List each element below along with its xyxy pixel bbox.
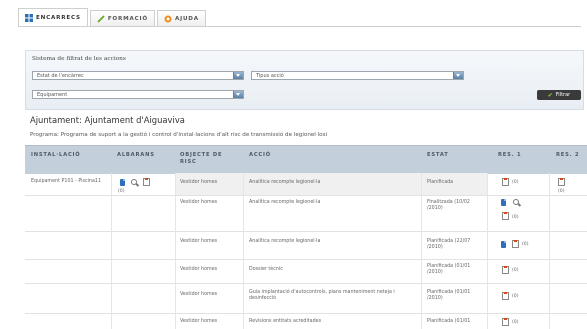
estat-cell: Planificada bbox=[427, 180, 454, 185]
clipboard-icon[interactable] bbox=[512, 240, 519, 248]
accio-cell: Dossier tècnic bbox=[249, 267, 283, 272]
tab-ajuda[interactable]: AJUDA bbox=[156, 10, 206, 26]
accio-cell: Revisions entitats acreditades bbox=[249, 319, 322, 324]
column-divider bbox=[111, 173, 112, 329]
estat-cell: Planificada (01/01 /2010) bbox=[427, 290, 471, 301]
col-res1: RES. 1 bbox=[498, 152, 522, 158]
accio-cell: Analítica recompte legionel·la bbox=[249, 200, 321, 205]
estat-cell: Planificada (01/01 bbox=[427, 319, 471, 324]
column-divider bbox=[243, 173, 244, 329]
document-icon[interactable] bbox=[501, 241, 506, 248]
pencil-icon bbox=[97, 14, 105, 23]
table-row: Vestidor homes Analítica recompte legion… bbox=[25, 231, 587, 260]
table-row: Vestidor homes Dossier tècnic Planificad… bbox=[25, 259, 587, 284]
tab-encarrecs-label: ENCARRECS bbox=[36, 14, 81, 21]
accio-cell: Guia implantació d'autocontrols, plans m… bbox=[249, 290, 395, 301]
clipboard-icon[interactable] bbox=[502, 212, 509, 220]
table-row: Vestidor homes Guia implantació d'autoco… bbox=[25, 283, 587, 314]
document-icon[interactable] bbox=[501, 199, 506, 206]
filter-button-label: Filtrar bbox=[555, 92, 571, 98]
state-select[interactable]: Estat de l'encàrrec bbox=[32, 71, 244, 80]
column-divider bbox=[175, 173, 176, 329]
col-res2: RES. 2 bbox=[556, 152, 580, 158]
column-divider bbox=[421, 173, 422, 329]
objecte-cell: Vestidor homes bbox=[180, 239, 218, 244]
tab-divider bbox=[18, 26, 581, 27]
tab-bar: ENCARRECS FORMACIÓ AJUDA bbox=[18, 8, 208, 26]
estat-cell: Finalitzada (10/02 /2010) bbox=[427, 200, 470, 211]
tab-ajuda-label: AJUDA bbox=[174, 15, 199, 22]
table-header: INSTAL·LACIÓ ALBARANS OBJECTE DE RISC AC… bbox=[25, 145, 587, 174]
table-row: Vestidor homes Analítica recompte legion… bbox=[25, 173, 587, 196]
res1-count: (0) bbox=[512, 294, 519, 299]
accio-cell: Analítica recompte legionel·la bbox=[249, 239, 321, 244]
check-icon: ✔ bbox=[547, 91, 553, 99]
col-estat: ESTAT bbox=[427, 152, 449, 158]
objecte-cell: Vestidor homes bbox=[180, 319, 218, 324]
clipboard-icon[interactable] bbox=[502, 318, 509, 326]
column-divider bbox=[487, 173, 488, 329]
tab-encarrecs[interactable]: ENCARRECS bbox=[18, 8, 88, 26]
estat-cell: Planificada (22/07 /2010) bbox=[427, 239, 471, 250]
res1-count: (0) bbox=[522, 242, 529, 247]
chevron-down-icon bbox=[233, 91, 243, 98]
objecte-cell: Vestidor homes bbox=[180, 180, 218, 185]
chevron-down-icon bbox=[453, 72, 463, 79]
col-objecte: OBJECTE DE RISC bbox=[180, 152, 223, 165]
objecte-cell: Vestidor homes bbox=[180, 200, 218, 205]
equipment-select[interactable]: Equipament bbox=[32, 90, 244, 99]
column-divider bbox=[549, 173, 550, 329]
filter-button[interactable]: ✔ Filtrar bbox=[537, 90, 581, 100]
state-select-value: Estat de l'encàrrec bbox=[37, 73, 84, 79]
clipboard-icon[interactable] bbox=[502, 292, 509, 300]
clipboard-icon[interactable] bbox=[502, 178, 509, 186]
res1-count: (0) bbox=[512, 215, 519, 220]
res1-count: (0) bbox=[512, 180, 519, 185]
objecte-cell: Vestidor homes bbox=[180, 292, 218, 297]
objecte-cell: Vestidor homes bbox=[180, 267, 218, 272]
program-text: Programa: Programa de suport a la gestió… bbox=[30, 132, 328, 138]
actions-table: INSTAL·LACIÓ ALBARANS OBJECTE DE RISC AC… bbox=[25, 145, 587, 329]
table-row: Vestidor homes Analítica recompte legion… bbox=[25, 195, 587, 232]
estat-cell: Planificada (01/01 /2010) bbox=[427, 264, 471, 275]
app-window: ENCARRECS FORMACIÓ AJUDA Sistema de filt… bbox=[0, 0, 587, 329]
chevron-down-icon bbox=[233, 72, 243, 79]
grid-icon bbox=[25, 13, 33, 22]
filter-title: Sistema de filtrat de les accions bbox=[32, 56, 126, 62]
res1-count: (0) bbox=[512, 320, 519, 325]
action-type-select-value: Tipus acció bbox=[256, 73, 284, 79]
page-title: Ajuntament: Ajuntament d'Aiguaviva bbox=[30, 115, 185, 125]
tab-formacio[interactable]: FORMACIÓ bbox=[89, 10, 155, 26]
clipboard-icon[interactable] bbox=[502, 266, 509, 274]
action-type-select[interactable]: Tipus acció bbox=[251, 71, 464, 80]
search-icon[interactable] bbox=[513, 199, 520, 206]
equipment-select-value: Equipament bbox=[37, 92, 68, 98]
filter-panel: Sistema de filtrat de les accions bbox=[25, 50, 584, 110]
accio-cell: Analítica recompte legionel·la bbox=[249, 180, 321, 185]
col-installation: INSTAL·LACIÓ bbox=[31, 152, 81, 158]
help-icon bbox=[164, 15, 172, 22]
table-row: Vestidor homes Revisions entitats acredi… bbox=[25, 313, 587, 329]
res1-count: (0) bbox=[512, 268, 519, 273]
col-albarans: ALBARANS bbox=[117, 152, 155, 158]
col-accio: ACCIÓ bbox=[249, 152, 271, 158]
tab-formacio-label: FORMACIÓ bbox=[107, 15, 148, 22]
